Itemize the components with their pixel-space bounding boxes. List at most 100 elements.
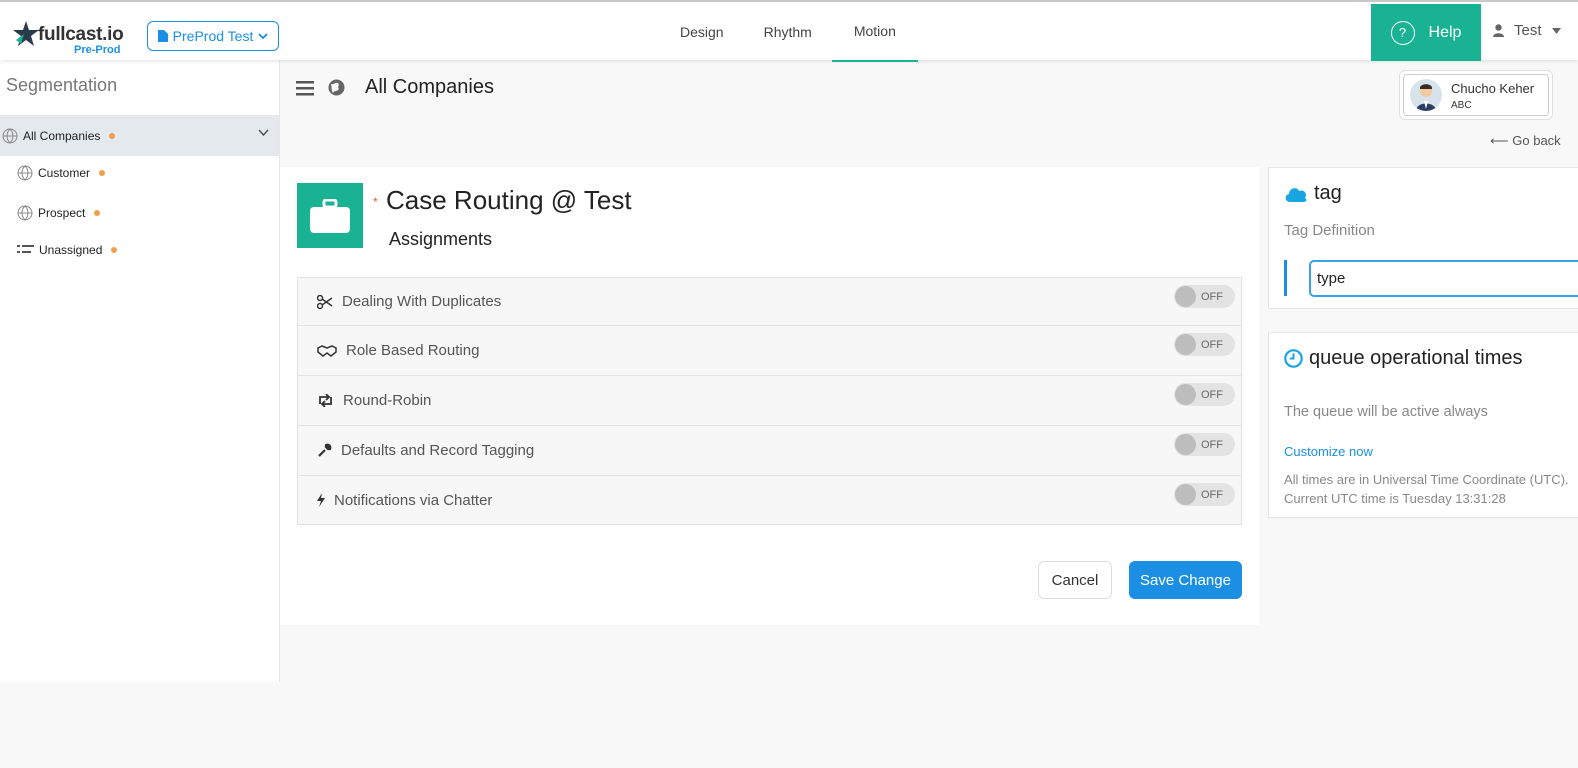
toggle-switch[interactable]: OFF	[1174, 483, 1235, 506]
logo-text: fullcast.io	[38, 24, 124, 45]
sidebar-item-label: Prospect	[38, 206, 86, 220]
status-dot	[99, 170, 106, 176]
status-dot	[94, 210, 101, 216]
section-dealing-with-duplicates[interactable]: Dealing With Duplicates OFF	[298, 278, 1241, 326]
section-label: Round-Robin	[343, 392, 432, 409]
toggle-switch[interactable]: OFF	[1174, 433, 1235, 456]
environment-dropdown[interactable]: PreProd Test	[147, 21, 279, 51]
routing-card: * Case Routing @ Test Assignments Dealin…	[280, 167, 1259, 625]
top-navbar: fullcast.io Pre-Prod PreProd Test Design…	[0, 0, 1578, 62]
toggle-switch[interactable]: OFF	[1174, 383, 1235, 406]
arrow-left-icon: ⟵	[1490, 133, 1509, 148]
wrench-icon	[318, 443, 332, 457]
retweet-icon	[319, 394, 332, 407]
card-title: Case Routing @ Test	[386, 185, 632, 215]
nav-rhythm[interactable]: Rhythm	[744, 2, 832, 62]
segmentation-sidebar: Segmentation All Companies Customer Pros…	[0, 60, 280, 682]
required-asterisk: *	[373, 195, 378, 209]
cloud-icon	[1285, 188, 1307, 202]
section-role-based-routing[interactable]: Role Based Routing OFF	[298, 326, 1241, 376]
main-header: All Companies	[296, 76, 494, 99]
section-notifications-via-chatter[interactable]: Notifications via Chatter OFF	[298, 476, 1241, 524]
tag-panel-header: tag	[1284, 182, 1342, 205]
sidebar-item-all-companies[interactable]: All Companies	[0, 115, 279, 156]
toggle-knob	[1175, 384, 1196, 405]
section-label: Defaults and Record Tagging	[341, 442, 535, 459]
cancel-button[interactable]: Cancel	[1038, 561, 1112, 599]
toggle-label: OFF	[1201, 388, 1223, 401]
toggle-label: OFF	[1201, 338, 1223, 351]
nav-design[interactable]: Design	[660, 2, 744, 62]
sidebar-item-prospect[interactable]: Prospect	[17, 205, 101, 221]
avatar	[1410, 79, 1442, 111]
toggle-label: OFF	[1201, 438, 1223, 451]
queue-panel-header: queue operational times	[1284, 347, 1522, 370]
list-icon	[17, 245, 34, 253]
toggle-switch[interactable]: OFF	[1174, 333, 1235, 356]
customize-now-link[interactable]: Customize now	[1284, 444, 1373, 459]
star-logo-icon	[13, 21, 39, 46]
toggle-switch[interactable]: OFF	[1174, 285, 1235, 308]
globe-icon	[328, 79, 345, 96]
sidebar-item-unassigned[interactable]: Unassigned	[17, 243, 118, 257]
scissors-icon	[317, 294, 333, 309]
section-label: Role Based Routing	[346, 342, 480, 359]
sidebar-item-customer[interactable]: Customer	[17, 165, 106, 181]
handshake-icon	[317, 344, 337, 357]
globe-icon	[2, 128, 18, 143]
help-button[interactable]: ? Help	[1371, 4, 1481, 61]
owner-card[interactable]: Chucho Keher ABC	[1399, 70, 1553, 120]
section-label: Dealing With Duplicates	[342, 293, 502, 310]
document-icon	[157, 30, 168, 42]
user-menu[interactable]: Test	[1493, 22, 1561, 39]
section-round-robin[interactable]: Round-Robin OFF	[298, 376, 1241, 426]
sidebar-item-label: Unassigned	[39, 243, 103, 257]
utc-note: All times are in Universal Time Coordina…	[1284, 472, 1569, 506]
section-defaults-and-record-tagging[interactable]: Defaults and Record Tagging OFF	[298, 426, 1241, 476]
tag-panel: tag Tag Definition	[1268, 167, 1578, 309]
user-name: Test	[1514, 22, 1542, 39]
section-label: Notifications via Chatter	[334, 491, 493, 509]
briefcase-icon	[297, 183, 363, 248]
chevron-down-icon	[258, 32, 268, 39]
globe-icon	[17, 205, 33, 221]
queue-status-message: The queue will be active always	[1284, 404, 1488, 420]
toggle-knob	[1175, 286, 1196, 307]
tag-panel-title: tag	[1314, 182, 1342, 204]
sidebar-title: Segmentation	[6, 75, 118, 95]
toggle-knob	[1175, 434, 1196, 455]
sidebar-item-label: Customer	[38, 166, 91, 180]
status-dot	[109, 132, 116, 139]
sidebar-item-label: All Companies	[23, 128, 101, 143]
bolt-icon	[317, 493, 325, 507]
status-dot	[111, 247, 118, 253]
tag-definition-input[interactable]	[1309, 260, 1578, 297]
question-icon: ?	[1390, 20, 1415, 45]
owner-card-inner: Chucho Keher ABC	[1403, 74, 1549, 116]
queue-panel: queue operational times The queue will b…	[1268, 332, 1578, 518]
assignment-sections: Dealing With Duplicates OFF Role Based R…	[297, 277, 1242, 525]
user-icon	[1493, 24, 1504, 37]
fullcast-logo[interactable]: fullcast.io Pre-Prod	[12, 20, 127, 58]
chevron-down-icon[interactable]	[258, 129, 269, 137]
toggle-label: OFF	[1201, 290, 1223, 303]
go-back-label: Go back	[1512, 133, 1561, 148]
toggle-knob	[1175, 334, 1196, 355]
go-back-link[interactable]: ⟵ Go back	[1490, 133, 1561, 149]
toggle-knob	[1175, 484, 1196, 505]
help-label: Help	[1428, 23, 1462, 41]
page-title: All Companies	[365, 76, 494, 98]
save-change-button[interactable]: Save Change	[1129, 561, 1242, 599]
queue-panel-title: queue operational times	[1309, 347, 1523, 369]
globe-icon	[17, 165, 33, 181]
hamburger-menu-icon[interactable]	[296, 80, 314, 96]
tag-indicator-bar	[1284, 260, 1287, 296]
tag-definition-label: Tag Definition	[1284, 222, 1375, 239]
logo-subtext: Pre-Prod	[74, 44, 121, 56]
nav-motion[interactable]: Motion	[831, 2, 918, 62]
caret-down-icon	[1551, 27, 1561, 34]
owner-name: Chucho Keher	[1451, 81, 1535, 96]
environment-label: PreProd Test	[172, 28, 254, 44]
owner-org: ABC	[1451, 100, 1472, 111]
card-subtitle: Assignments	[389, 229, 493, 249]
